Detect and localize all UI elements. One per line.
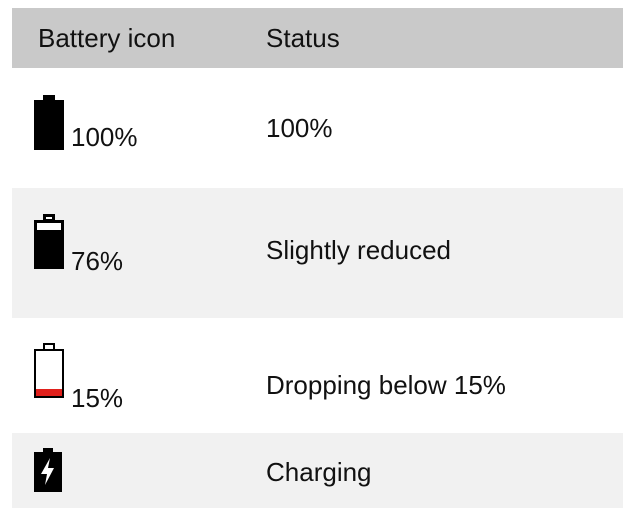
battery-charging-icon [34, 448, 62, 492]
table-row: 15% Dropping below 15% [12, 318, 623, 433]
status-text: Charging [266, 457, 372, 487]
battery-partial-icon [34, 214, 64, 269]
battery-low-icon [34, 343, 64, 398]
header-status: Status [266, 23, 340, 53]
status-text: 100% [266, 113, 333, 143]
header-battery-icon: Battery icon [38, 23, 176, 53]
table-row: 100% 100% [12, 68, 623, 188]
table-row: Charging [12, 433, 623, 508]
status-text: Slightly reduced [266, 235, 451, 265]
battery-percent-label: 76% [71, 246, 124, 276]
battery-status-table: Battery icon Status 100% 100% 76% Slight… [12, 8, 623, 508]
table-header-row: Battery icon Status [12, 8, 623, 68]
battery-percent-label: 15% [71, 383, 124, 413]
table-row: 76% Slightly reduced [12, 188, 623, 318]
status-text: Dropping below 15% [266, 370, 506, 400]
battery-full-icon [34, 95, 64, 150]
battery-percent-label: 100% [71, 122, 138, 152]
